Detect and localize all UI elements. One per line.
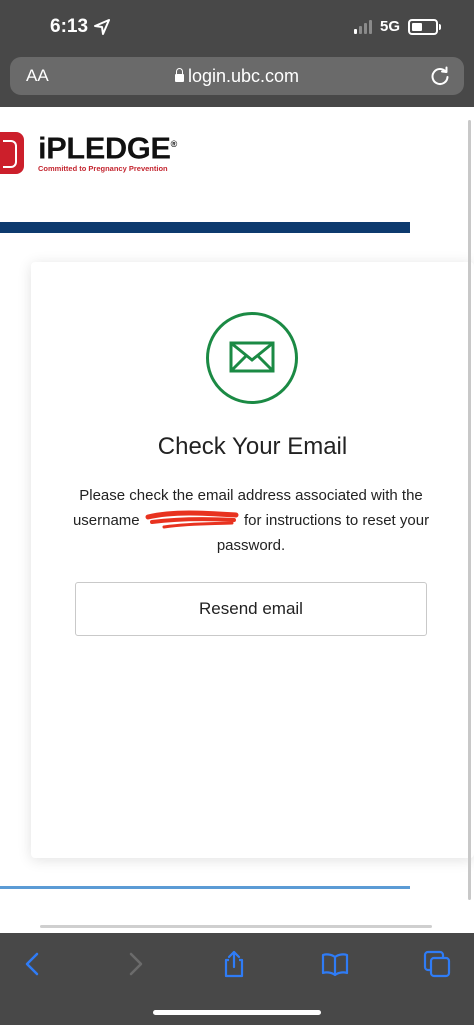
vertical-scrollbar[interactable] [468,120,471,900]
instruction-text: Please check the email address associate… [72,487,430,554]
mail-badge [206,312,298,404]
address-bar[interactable]: AA login.ubc.com [10,57,464,95]
share-icon[interactable] [219,949,249,979]
envelope-icon [229,341,275,373]
ipledge-logo: iPLEDGE® Committed to Pregnancy Preventi… [0,128,177,174]
redaction-mark [145,510,239,529]
browser-top-chrome: 6:13 5G AA login.ubc.com [0,0,474,107]
network-label: 5G [379,18,400,35]
status-indicators: 5G [353,18,441,35]
check-email-card: Check Your Email Please check the email … [31,262,474,858]
signal-icon [353,19,372,34]
url-text: login.ubc.com [187,65,300,86]
page-title: Check Your Email [157,433,348,460]
lock-icon [174,68,184,82]
horizontal-scrollbar[interactable] [40,925,432,928]
chevron-right-icon[interactable] [120,949,150,979]
header-divider [0,222,410,233]
tabs-icon[interactable] [422,949,452,979]
brand-name: iPLEDGE [38,130,171,166]
url-display[interactable]: login.ubc.com [10,66,464,87]
location-arrow-icon [94,19,111,35]
home-indicator [153,1010,321,1015]
browser-toolbar [0,933,474,1025]
reload-icon[interactable] [428,64,452,88]
resend-email-button[interactable]: Resend email [75,582,427,636]
chevron-left-icon[interactable] [18,949,48,979]
registered-mark: ® [170,139,178,149]
brand-tagline: Committed to Pregnancy Prevention [38,164,168,174]
stop-hand-icon [0,132,24,174]
battery-icon [408,18,441,35]
text-size-button[interactable]: AA [26,66,49,86]
footer-divider [0,886,410,889]
status-time: 6:13 [50,16,111,38]
book-icon[interactable] [320,949,350,979]
